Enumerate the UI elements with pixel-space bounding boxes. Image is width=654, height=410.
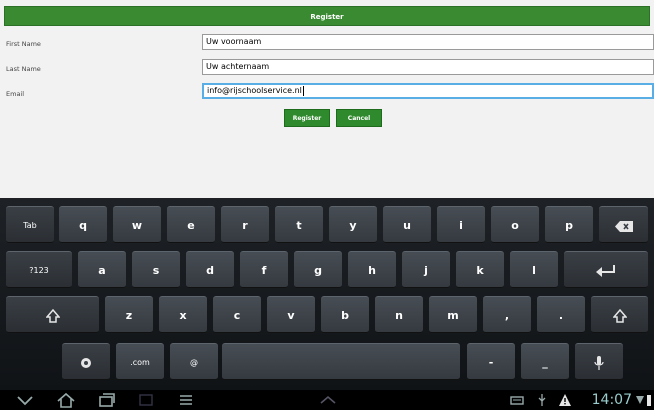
cancel-button[interactable]: Cancel — [336, 109, 382, 127]
last-name-value: Uw achternaam — [206, 62, 270, 71]
recent-apps-icon[interactable] — [98, 392, 116, 408]
key-v[interactable]: v — [267, 296, 315, 333]
key-z[interactable]: z — [105, 296, 153, 333]
key-dotcom[interactable]: .com — [116, 343, 164, 380]
key-g[interactable]: g — [294, 251, 342, 288]
key-period[interactable]: . — [537, 296, 585, 333]
backspace-icon — [614, 220, 633, 232]
key-x[interactable]: x — [159, 296, 207, 333]
keyboard-icon — [510, 396, 524, 405]
key-space[interactable] — [222, 343, 460, 380]
key-a[interactable]: a — [78, 251, 126, 288]
key-shift-left[interactable] — [6, 296, 99, 333]
email-field[interactable]: info@rijschoolservice.nl — [202, 83, 654, 99]
settings-gear-icon — [81, 358, 91, 368]
key-i[interactable]: i — [437, 206, 485, 243]
usb-icon — [538, 394, 546, 406]
last-name-field[interactable]: Uw achternaam — [202, 59, 654, 75]
last-name-label: Last Name — [6, 65, 41, 73]
register-screen: Register First Name Uw voornaam Last Nam… — [0, 0, 654, 198]
key-j[interactable]: j — [402, 251, 450, 288]
first-name-field[interactable]: Uw voornaam — [202, 34, 654, 50]
key-u[interactable]: u — [383, 206, 431, 243]
key-dash[interactable]: - — [467, 343, 515, 380]
key-symbols[interactable]: ?123 — [6, 251, 72, 288]
first-name-label: First Name — [6, 40, 41, 48]
key-f[interactable]: f — [240, 251, 288, 288]
back-icon[interactable] — [16, 392, 34, 408]
key-h[interactable]: h — [348, 251, 396, 288]
key-settings[interactable] — [62, 343, 110, 380]
key-q[interactable]: q — [59, 206, 107, 243]
first-name-value: Uw voornaam — [206, 37, 262, 46]
on-screen-keyboard: Tab q w e r t y u i o p ?123 a s d f g h… — [0, 198, 654, 390]
key-d[interactable]: d — [186, 251, 234, 288]
key-o[interactable]: o — [491, 206, 539, 243]
email-label: Email — [6, 90, 25, 98]
key-shift-right[interactable] — [591, 296, 648, 333]
key-backspace[interactable] — [599, 206, 648, 243]
home-icon[interactable] — [56, 392, 76, 408]
shift-icon — [44, 308, 61, 323]
chevron-up-icon[interactable] — [318, 392, 338, 408]
status-clock: 14:07 — [591, 392, 632, 408]
key-k[interactable]: k — [456, 251, 504, 288]
system-navigation-bar: 14:07 — [0, 390, 654, 410]
key-at[interactable]: @ — [170, 343, 218, 380]
key-r[interactable]: r — [221, 206, 269, 243]
key-underscore[interactable]: _ — [521, 343, 569, 380]
menu-icon[interactable] — [178, 392, 194, 408]
screenshot-icon[interactable] — [138, 392, 154, 408]
key-enter[interactable] — [564, 251, 648, 288]
key-t[interactable]: t — [275, 206, 323, 243]
key-voice[interactable] — [575, 343, 623, 380]
key-p[interactable]: p — [545, 206, 593, 243]
shift-icon — [611, 308, 628, 323]
signal-icon — [636, 396, 644, 404]
key-n[interactable]: n — [375, 296, 423, 333]
key-y[interactable]: y — [329, 206, 377, 243]
page-title: Register — [4, 6, 650, 26]
email-value: info@rijschoolservice.nl — [207, 86, 302, 95]
key-s[interactable]: s — [132, 251, 180, 288]
warning-icon — [559, 394, 571, 406]
key-comma[interactable]: , — [483, 296, 531, 333]
key-b[interactable]: b — [321, 296, 369, 333]
key-tab[interactable]: Tab — [6, 206, 54, 243]
battery-icon — [647, 395, 651, 406]
key-e[interactable]: e — [167, 206, 215, 243]
enter-icon — [596, 265, 615, 277]
key-m[interactable]: m — [429, 296, 477, 333]
register-button[interactable]: Register — [284, 109, 330, 127]
text-caret — [302, 85, 304, 96]
key-l[interactable]: l — [510, 251, 558, 288]
key-w[interactable]: w — [113, 206, 161, 243]
microphone-icon — [594, 356, 604, 370]
key-c[interactable]: c — [213, 296, 261, 333]
